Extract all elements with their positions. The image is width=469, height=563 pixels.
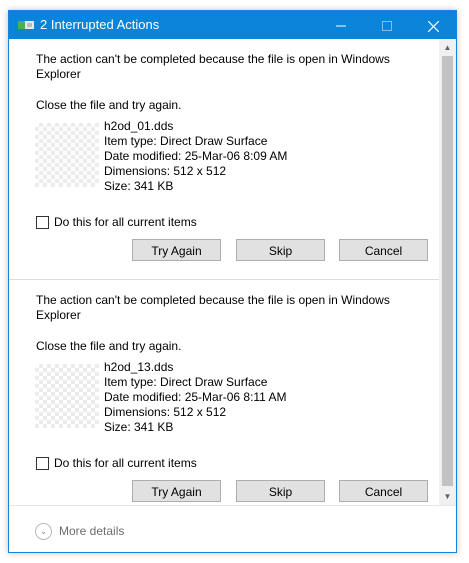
file-dimensions: Dimensions: 512 x 512 — [104, 164, 227, 178]
close-icon — [427, 20, 439, 33]
more-details-link[interactable]: More details — [59, 524, 124, 538]
file-details: h2od_01.dds Item type: Direct Draw Surfa… — [104, 119, 287, 194]
try-again-button[interactable]: Try Again — [132, 239, 221, 261]
file-thumbnail — [35, 123, 99, 187]
file-size: Size: 341 KB — [104, 179, 174, 193]
minimize-button[interactable] — [318, 11, 364, 39]
error-hint: Close the file and try again. — [36, 339, 182, 353]
interrupted-actions-dialog: 2 Interrupted Actions The action can't b… — [8, 10, 457, 553]
skip-button[interactable]: Skip — [236, 480, 325, 502]
file-name: h2od_01.dds — [104, 119, 174, 133]
scroll-up-arrow-icon[interactable]: ▲ — [439, 39, 456, 56]
cancel-button[interactable]: Cancel — [339, 480, 428, 502]
maximize-icon — [382, 21, 392, 32]
file-name: h2od_13.dds — [104, 360, 174, 374]
try-again-button[interactable]: Try Again — [132, 480, 221, 502]
scrollbar-thumb[interactable] — [442, 56, 453, 486]
skip-button[interactable]: Skip — [236, 239, 325, 261]
interrupted-item: The action can't be completed because th… — [9, 279, 439, 505]
cancel-button[interactable]: Cancel — [339, 239, 428, 261]
vertical-scrollbar[interactable]: ▲ ▼ — [439, 39, 456, 505]
file-date-modified: Date modified: 25-Mar-06 8:11 AM — [104, 390, 287, 404]
maximize-button[interactable] — [364, 11, 410, 39]
interrupted-item: The action can't be completed because th… — [9, 39, 439, 279]
copy-app-icon — [18, 21, 34, 29]
file-dimensions: Dimensions: 512 x 512 — [104, 405, 227, 419]
file-item-type: Item type: Direct Draw Surface — [104, 134, 268, 148]
dialog-footer: ⌄ More details — [9, 505, 456, 552]
checkbox-label[interactable]: Do this for all current items — [54, 215, 197, 229]
file-size: Size: 341 KB — [104, 420, 174, 434]
file-item-type: Item type: Direct Draw Surface — [104, 375, 268, 389]
checkbox-box[interactable] — [36, 216, 49, 229]
minimize-icon — [336, 25, 346, 27]
file-details: h2od_13.dds Item type: Direct Draw Surfa… — [104, 360, 287, 435]
file-thumbnail — [35, 364, 99, 428]
error-hint: Close the file and try again. — [36, 98, 182, 112]
scroll-down-arrow-icon[interactable]: ▼ — [439, 488, 456, 505]
checkbox-box[interactable] — [36, 457, 49, 470]
close-button[interactable] — [410, 11, 456, 39]
chevron-down-icon[interactable]: ⌄ — [35, 523, 52, 540]
error-message: The action can't be completed because th… — [36, 52, 390, 81]
file-date-modified: Date modified: 25-Mar-06 8:09 AM — [104, 149, 288, 163]
title-bar[interactable]: 2 Interrupted Actions — [9, 11, 456, 39]
error-message: The action can't be completed because th… — [36, 293, 390, 322]
interrupted-items-list: The action can't be completed because th… — [9, 39, 439, 505]
window-title: 2 Interrupted Actions — [40, 17, 160, 32]
checkbox-label[interactable]: Do this for all current items — [54, 456, 197, 470]
